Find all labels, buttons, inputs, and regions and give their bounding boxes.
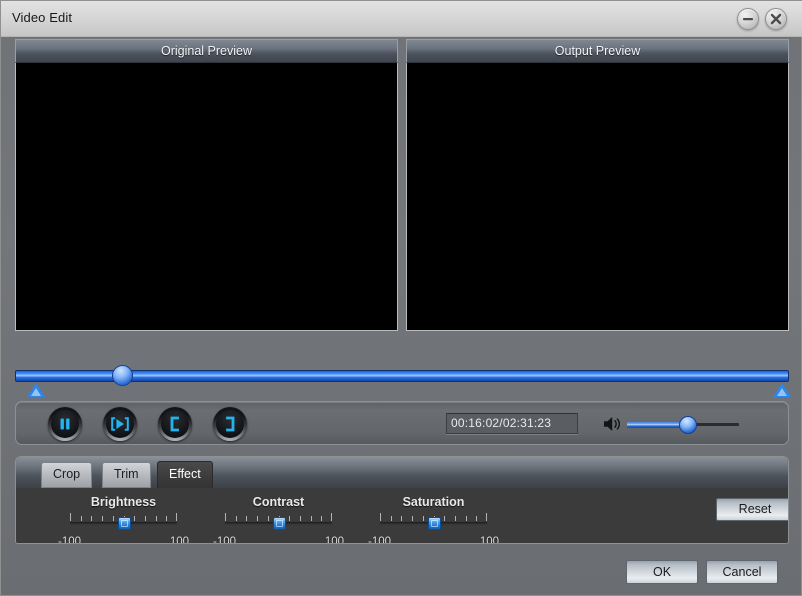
ok-button[interactable]: OK <box>626 560 698 584</box>
tab-effect[interactable]: Effect <box>157 461 213 488</box>
pause-button[interactable] <box>48 407 82 441</box>
contrast-slider[interactable] <box>211 513 346 535</box>
saturation-label: Saturation <box>402 495 465 509</box>
title-bar: Video Edit <box>1 1 802 37</box>
timeline-playhead-knob[interactable] <box>112 365 133 386</box>
tab-crop[interactable]: Crop <box>41 462 93 488</box>
original-preview-header: Original Preview <box>15 39 398 63</box>
saturation-slider-group: Saturation -100 100 <box>366 495 501 544</box>
output-preview-panel: Output Preview <box>406 39 789 331</box>
brightness-max-label: 100 <box>169 536 189 544</box>
window-title: Video Edit <box>12 10 73 25</box>
brightness-label: Brightness <box>90 495 157 509</box>
edit-tab-panel: Crop Trim Effect Brightness -100 100 Con… <box>15 456 789 544</box>
time-display[interactable]: 00:16:02/02:31:23 <box>446 413 578 434</box>
play-selection-button-face <box>106 410 134 438</box>
contrast-label: Contrast <box>252 495 305 509</box>
saturation-handle[interactable] <box>428 517 441 530</box>
original-preview-panel: Original Preview <box>15 39 398 331</box>
brightness-scale: -100 100 <box>56 536 191 544</box>
set-out-point-button[interactable] <box>213 407 247 441</box>
set-in-point-button-face <box>161 410 189 438</box>
play-selection-button[interactable] <box>103 407 137 441</box>
output-preview-header: Output Preview <box>406 39 789 63</box>
brightness-slider-group: Brightness -100 100 <box>56 495 191 544</box>
contrast-max-label: 100 <box>324 536 344 544</box>
transport-bar: 00:16:02/02:31:23 <box>15 401 789 445</box>
effect-tab-content: Brightness -100 100 Contrast -100 100 Sa… <box>16 488 788 543</box>
close-icon <box>770 13 782 25</box>
saturation-slider[interactable] <box>366 513 501 535</box>
tab-bar: Crop Trim Effect <box>16 457 788 488</box>
set-in-point-button[interactable] <box>158 407 192 441</box>
saturation-min-label: -100 <box>368 536 392 544</box>
timeline[interactable] <box>15 365 791 399</box>
contrast-slider-group: Contrast -100 100 <box>211 495 346 544</box>
saturation-max-label: 100 <box>479 536 499 544</box>
output-preview-surface[interactable] <box>406 63 789 331</box>
brightness-handle[interactable] <box>118 517 131 530</box>
timeline-in-marker[interactable] <box>27 383 45 397</box>
saturation-scale: -100 100 <box>366 536 501 544</box>
bracket-left-icon <box>170 416 179 432</box>
play-in-brackets-icon <box>111 417 129 431</box>
brightness-min-label: -100 <box>58 536 82 544</box>
tab-trim[interactable]: Trim <box>102 462 151 488</box>
contrast-min-label: -100 <box>213 536 237 544</box>
set-out-point-button-face <box>216 410 244 438</box>
speaker-icon[interactable] <box>602 414 624 434</box>
brightness-slider[interactable] <box>56 513 191 535</box>
original-preview-surface[interactable] <box>15 63 398 331</box>
minimize-icon <box>743 18 753 21</box>
volume-slider-knob[interactable] <box>679 416 697 434</box>
bracket-right-icon <box>226 416 235 432</box>
pause-icon <box>60 418 70 430</box>
close-button[interactable] <box>765 8 787 30</box>
reset-button[interactable]: Reset <box>716 498 788 521</box>
timeline-out-marker[interactable] <box>773 383 791 397</box>
minimize-button[interactable] <box>737 8 759 30</box>
contrast-handle[interactable] <box>273 517 286 530</box>
cancel-button[interactable]: Cancel <box>706 560 778 584</box>
contrast-scale: -100 100 <box>211 536 346 544</box>
pause-button-face <box>51 410 79 438</box>
video-edit-window: Video Edit Original Preview Output Previ… <box>0 0 802 596</box>
